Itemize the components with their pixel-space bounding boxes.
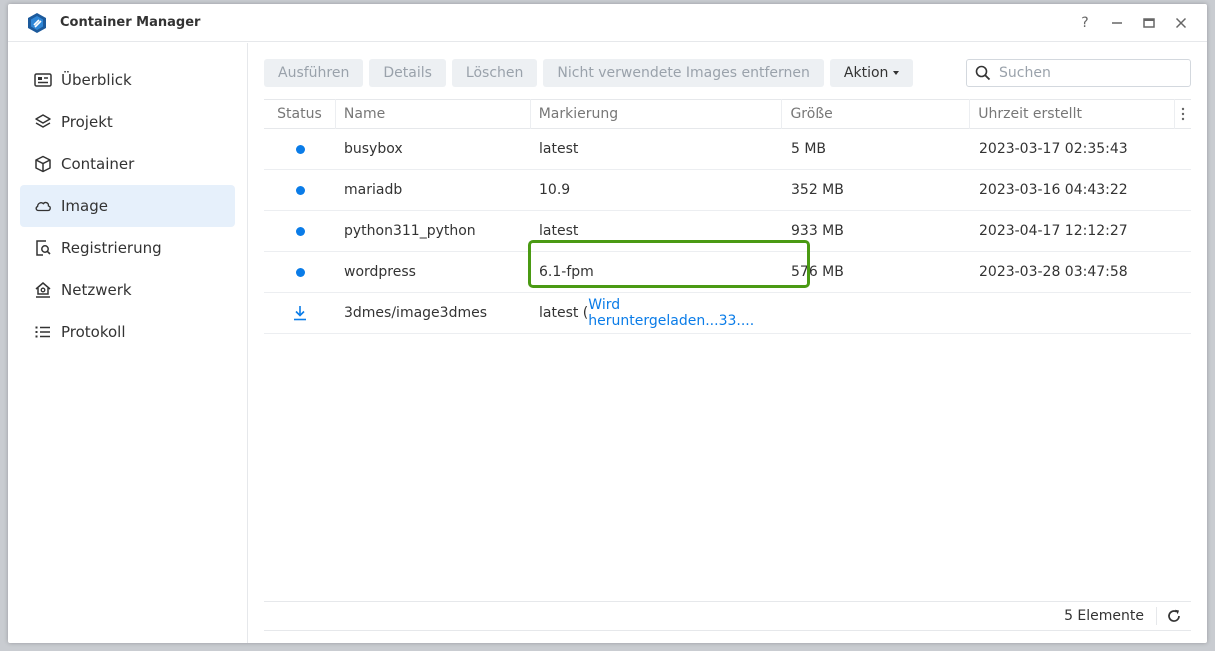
image-size: 352 MB xyxy=(791,182,844,198)
container-manager-window: Container Manager ? Überblick Projekt Co… xyxy=(8,4,1207,643)
image-tag: latest (Wird heruntergeladen...33.... xyxy=(531,293,783,333)
more-vertical-icon xyxy=(1181,107,1185,121)
close-icon xyxy=(1175,17,1187,28)
close-button[interactable] xyxy=(1165,9,1197,37)
sidebar: Überblick Projekt Container Image Regist… xyxy=(8,43,248,643)
column-header-size[interactable]: Größe xyxy=(782,99,971,129)
window-title: Container Manager xyxy=(60,15,201,30)
column-header-name[interactable]: Name xyxy=(336,99,531,129)
status-running-icon xyxy=(295,144,305,154)
refresh-icon xyxy=(1168,609,1180,622)
table-row[interactable]: 3dmes/image3dmes latest (Wird herunterge… xyxy=(264,293,1191,334)
title-bar: Container Manager ? xyxy=(8,4,1207,42)
download-icon xyxy=(294,306,306,321)
image-name: 3dmes/image3dmes xyxy=(344,305,488,321)
layers-icon xyxy=(34,113,52,131)
sidebar-item-network[interactable]: Netzwerk xyxy=(20,269,235,311)
column-header-created[interactable]: Uhrzeit erstellt xyxy=(970,99,1176,129)
download-progress-link[interactable]: Wird heruntergeladen...33.... xyxy=(588,297,783,329)
images-table: Status Name Markierung Größe Uhrzeit ers… xyxy=(264,99,1191,334)
image-size: 933 MB xyxy=(791,223,844,239)
action-label: Aktion xyxy=(843,65,889,81)
image-tag: latest xyxy=(539,141,579,157)
table-row[interactable]: mariadb 10.9 352 MB 2023-03-16 04:43:22 xyxy=(264,170,1191,211)
help-button[interactable]: ? xyxy=(1069,9,1101,37)
column-header-tag[interactable]: Markierung xyxy=(531,99,783,129)
search-box xyxy=(966,59,1191,87)
item-count: 5 Elemente xyxy=(1064,607,1157,625)
main-content: Ausführen Details Löschen Nicht verwende… xyxy=(264,43,1191,643)
cloud-icon xyxy=(34,197,52,215)
list-icon xyxy=(34,323,52,341)
table-row[interactable]: busybox latest 5 MB 2023-03-17 02:35:43 xyxy=(264,129,1191,170)
toolbar: Ausführen Details Löschen Nicht verwende… xyxy=(264,59,1191,87)
sidebar-item-log[interactable]: Protokoll xyxy=(20,311,235,353)
minimize-icon xyxy=(1112,21,1122,24)
remove-unused-images-button[interactable]: Nicht verwendete Images entfernen xyxy=(543,59,824,87)
image-created xyxy=(971,293,1176,333)
image-name: mariadb xyxy=(344,182,403,198)
refresh-button[interactable] xyxy=(1157,609,1191,623)
image-size xyxy=(783,293,971,333)
column-options-button[interactable] xyxy=(1175,99,1191,129)
sidebar-item-overview[interactable]: Überblick xyxy=(20,59,235,101)
sidebar-item-label: Image xyxy=(61,197,108,215)
image-created: 2023-03-17 02:35:43 xyxy=(979,141,1128,157)
image-name: python311_python xyxy=(344,223,476,239)
sidebar-item-label: Protokoll xyxy=(61,323,126,341)
sidebar-item-label: Container xyxy=(61,155,135,173)
details-button[interactable]: Details xyxy=(369,59,446,87)
sidebar-item-label: Projekt xyxy=(61,113,113,131)
status-running-icon xyxy=(295,185,305,195)
maximize-icon xyxy=(1143,17,1155,28)
column-header-status[interactable]: Status xyxy=(264,99,336,129)
image-name: wordpress xyxy=(344,264,416,280)
status-running-icon xyxy=(295,226,305,236)
highlight-box xyxy=(528,240,810,288)
overview-icon xyxy=(34,71,52,89)
sidebar-item-label: Registrierung xyxy=(61,239,162,257)
image-created: 2023-03-28 03:47:58 xyxy=(979,264,1128,280)
sidebar-item-registry[interactable]: Registrierung xyxy=(20,227,235,269)
image-tag: 10.9 xyxy=(539,182,571,198)
sidebar-item-image[interactable]: Image xyxy=(20,185,235,227)
table-footer: 5 Elemente xyxy=(264,601,1191,631)
status-running-icon xyxy=(295,267,305,277)
search-input[interactable] xyxy=(999,65,1179,81)
container-manager-logo-icon xyxy=(26,12,48,34)
table-header: Status Name Markierung Größe Uhrzeit ers… xyxy=(264,99,1191,129)
delete-button[interactable]: Löschen xyxy=(451,59,538,87)
sidebar-item-container[interactable]: Container xyxy=(20,143,235,185)
caret-down-icon xyxy=(893,71,900,75)
sidebar-item-project[interactable]: Projekt xyxy=(20,101,235,143)
image-created: 2023-04-17 12:12:27 xyxy=(979,223,1128,239)
network-house-icon xyxy=(34,281,52,299)
registry-search-icon xyxy=(34,239,52,257)
action-dropdown-button[interactable]: Aktion xyxy=(829,59,914,87)
maximize-button[interactable] xyxy=(1133,9,1165,37)
cube-icon xyxy=(34,155,52,173)
run-button[interactable]: Ausführen xyxy=(264,59,364,87)
image-created: 2023-03-16 04:43:22 xyxy=(979,182,1128,198)
minimize-button[interactable] xyxy=(1101,9,1133,37)
image-name: busybox xyxy=(344,141,403,157)
sidebar-item-label: Überblick xyxy=(61,71,132,89)
image-size: 576 MB xyxy=(791,264,844,280)
image-tag-value: latest ( xyxy=(539,305,589,321)
image-size: 5 MB xyxy=(791,141,827,157)
sidebar-item-label: Netzwerk xyxy=(61,281,132,299)
search-icon xyxy=(975,65,991,81)
